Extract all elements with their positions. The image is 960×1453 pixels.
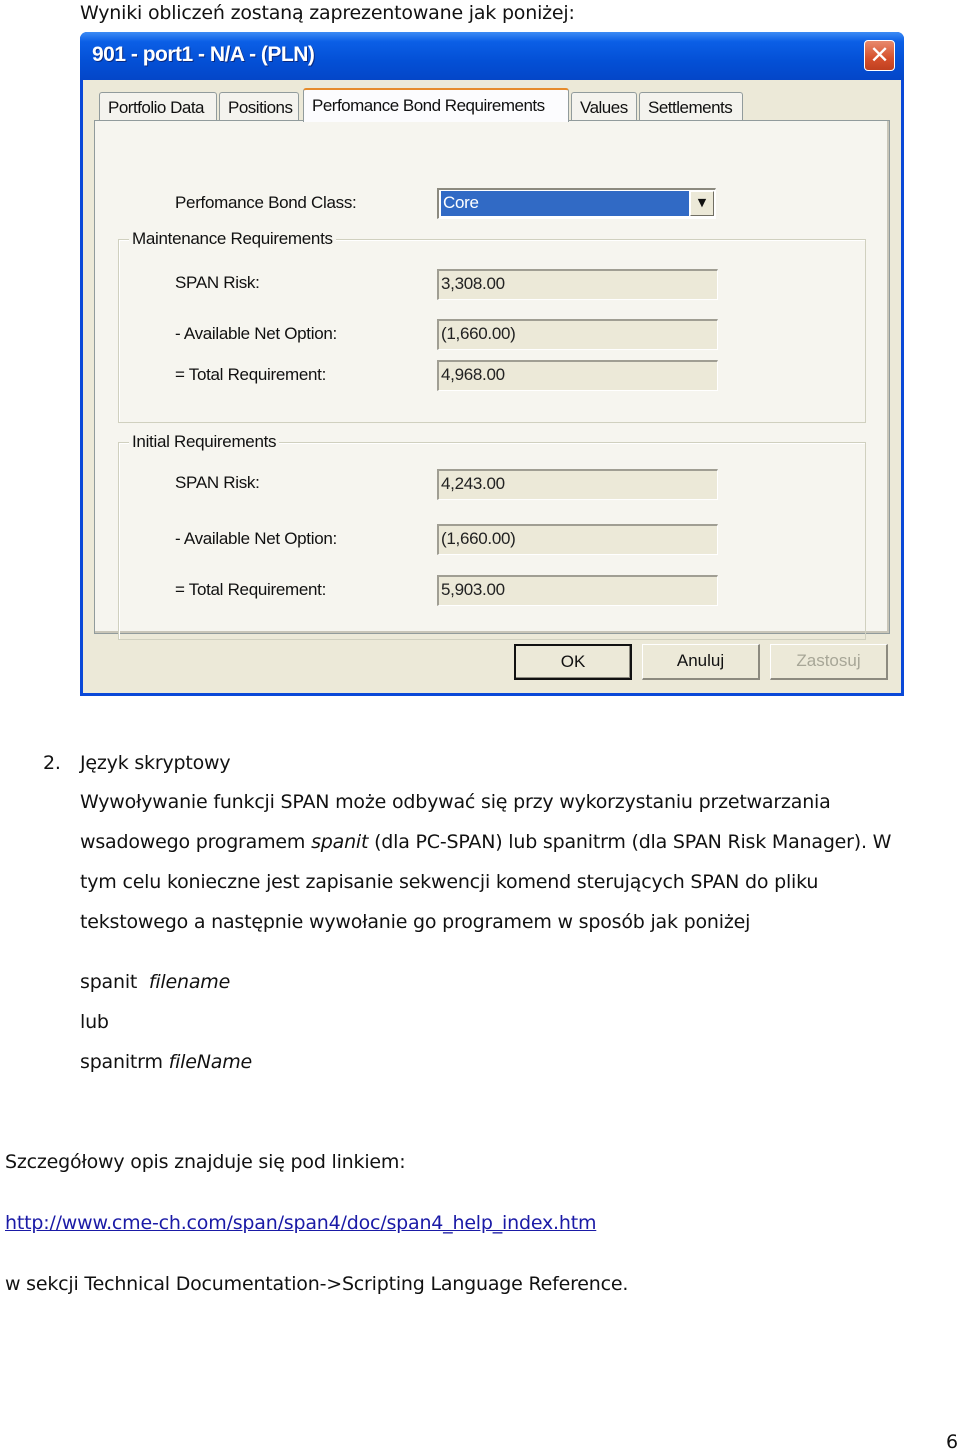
paragraph-line-4: tekstowego a następnie wywołanie go prog… — [80, 911, 751, 933]
dialog-client-area: Portfolio Data Positions Perfomance Bond… — [83, 80, 901, 693]
init-net-option-label: - Available Net Option: — [175, 529, 337, 548]
maint-span-risk-field[interactable]: 3,308.00 — [437, 269, 718, 300]
maint-total-field[interactable]: 4,968.00 — [437, 360, 718, 391]
bond-class-select[interactable]: Core ▼ — [437, 188, 716, 219]
paragraph-line-2-start: wsadowego programem — [80, 831, 312, 853]
initial-requirements-title: Initial Requirements — [129, 432, 280, 452]
command-spanitrm: spanitrm fileName — [80, 1052, 252, 1072]
command-spanitrm-name: spanitrm — [80, 1051, 169, 1073]
paragraph-line-2-end: (dla PC-SPAN) lub spanitrm (dla SPAN Ris… — [368, 831, 892, 853]
title-bar[interactable]: 901 - port1 - N/A - (PLN) ✕ — [80, 32, 904, 80]
command-spanitrm-arg: fileName — [168, 1051, 253, 1073]
details-text: Szczegółowy opis znajduje się pod linkie… — [5, 1151, 406, 1173]
init-total-field[interactable]: 5,903.00 — [437, 575, 718, 606]
tab-portfolio-data[interactable]: Portfolio Data — [99, 92, 217, 120]
maint-net-option-label: - Available Net Option: — [175, 324, 337, 343]
bond-class-value: Core — [441, 191, 689, 216]
maint-total-label: = Total Requirement: — [175, 365, 327, 384]
init-span-risk-label: SPAN Risk: — [175, 473, 260, 492]
intro-text: Wyniki obliczeń zostaną zaprezentowane j… — [80, 2, 575, 24]
help-link[interactable]: http://www.cme-ch.com/span/span4/doc/spa… — [5, 1213, 596, 1233]
apply-button[interactable]: Zastosuj — [770, 644, 888, 680]
init-span-risk-field[interactable]: 4,243.00 — [437, 469, 718, 500]
paragraph-line-1: Wywoływanie funkcji SPAN może odbywać si… — [80, 791, 831, 813]
tab-positions[interactable]: Positions — [219, 92, 299, 120]
spanit-italic: spanit — [311, 831, 369, 853]
section-heading: Język skryptowy — [80, 752, 231, 774]
dropdown-button[interactable]: ▼ — [690, 191, 714, 216]
maintenance-requirements-title: Maintenance Requirements — [129, 229, 336, 249]
bond-class-label: Perfomance Bond Class: — [175, 193, 357, 212]
close-x-icon: ✕ — [869, 41, 890, 69]
command-spanit: spanit filename — [80, 972, 230, 992]
cancel-button[interactable]: Anuluj — [642, 644, 760, 680]
command-spanit-arg: filename — [148, 971, 231, 993]
window-title: 901 - port1 - N/A - (PLN) — [92, 43, 315, 66]
triangle-down-icon: ▼ — [697, 196, 707, 209]
section-reference-text: w sekcji Technical Documentation->Script… — [5, 1273, 629, 1295]
tab-performance-bond-requirements[interactable]: Perfomance Bond Requirements — [303, 88, 569, 122]
ok-button[interactable]: OK — [514, 644, 632, 680]
section-number: 2. — [43, 752, 61, 774]
paragraph-line-2: wsadowego programem spanit (dla PC-SPAN)… — [80, 832, 891, 852]
tab-values[interactable]: Values — [571, 92, 637, 120]
page-number: 6 — [946, 1431, 958, 1453]
init-net-option-field[interactable]: (1,660.00) — [437, 524, 718, 555]
paragraph-line-3: tym celu konieczne jest zapisanie sekwen… — [80, 871, 819, 893]
tab-settlements[interactable]: Settlements — [639, 92, 743, 120]
close-button[interactable]: ✕ — [864, 40, 895, 71]
maint-net-option-field[interactable]: (1,660.00) — [437, 319, 718, 350]
dialog-window: 901 - port1 - N/A - (PLN) ✕ Portfolio Da… — [80, 32, 904, 696]
tab-panel: Perfomance Bond Class: Core ▼ Maintenanc… — [94, 120, 890, 640]
init-total-label: = Total Requirement: — [175, 580, 327, 599]
command-spanit-name: spanit — [80, 971, 149, 993]
command-or: lub — [80, 1011, 109, 1033]
maint-span-risk-label: SPAN Risk: — [175, 273, 260, 292]
